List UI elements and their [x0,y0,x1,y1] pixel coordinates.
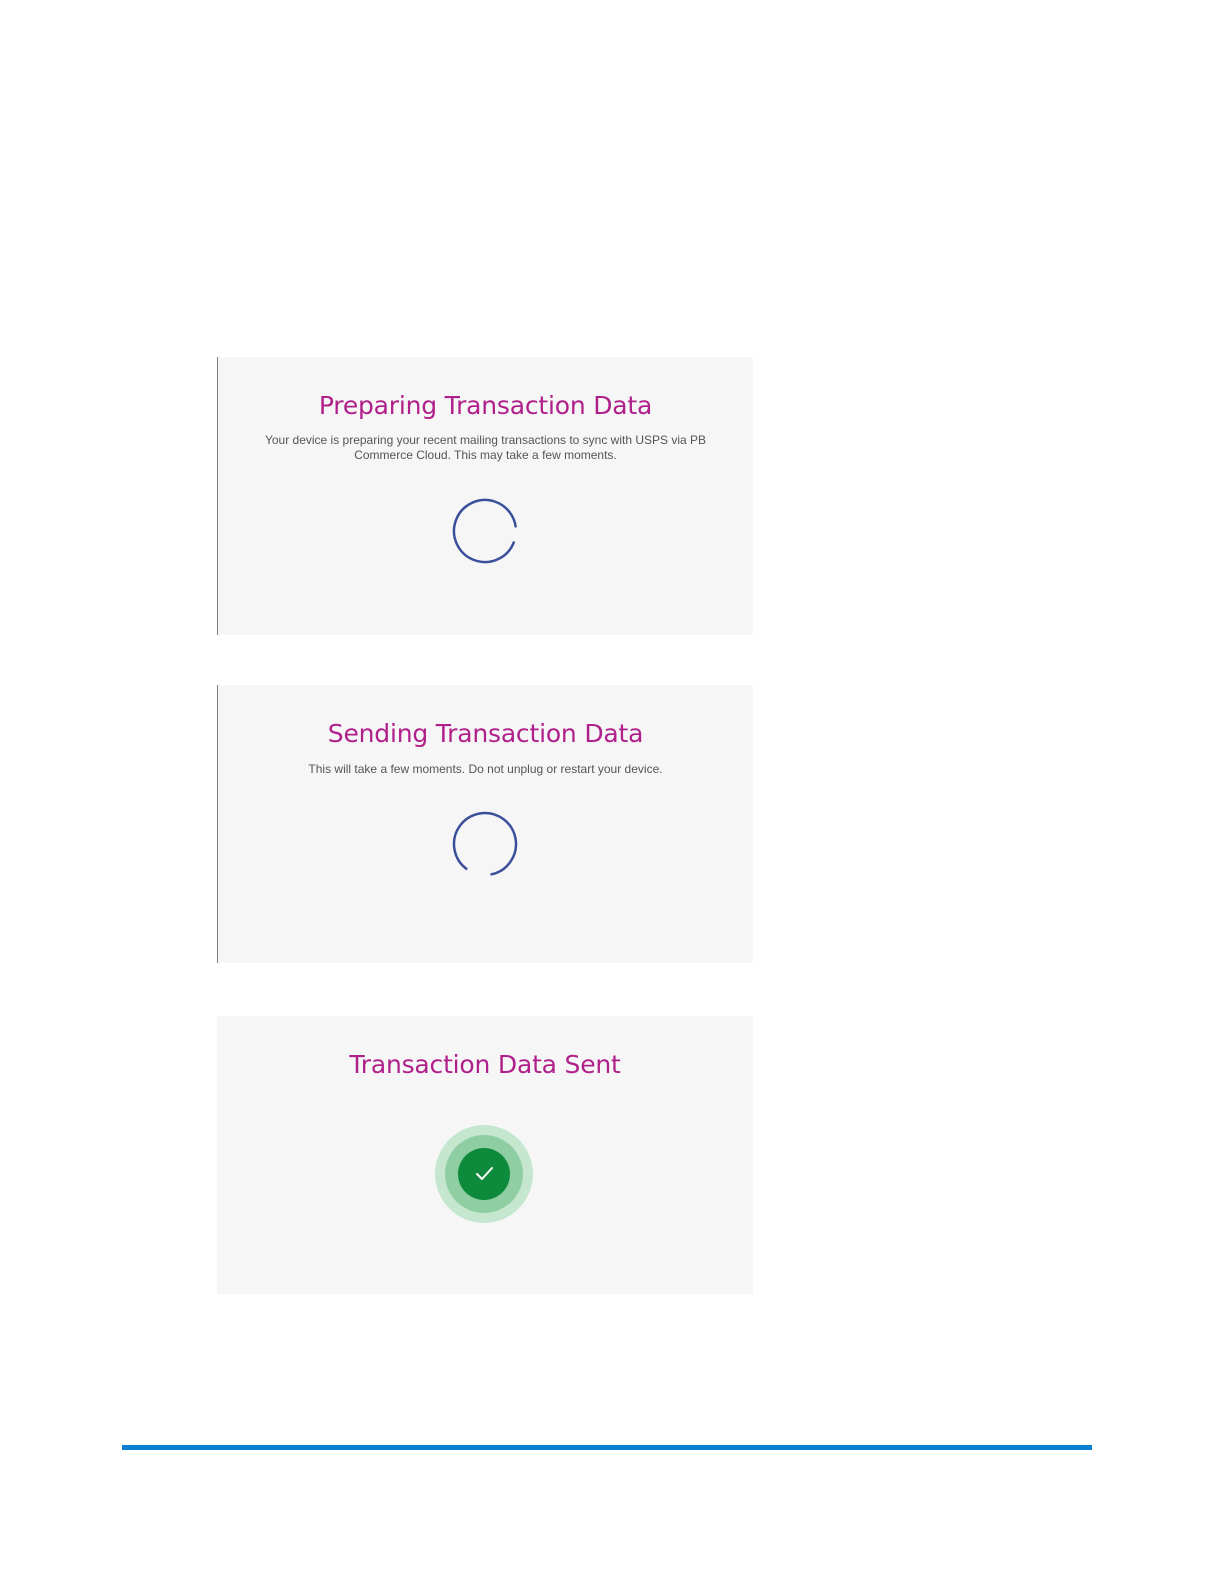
sending-title: Sending Transaction Data [327,719,644,748]
sent-title: Transaction Data Sent [349,1050,621,1079]
transaction-sent-panel: Transaction Data Sent [217,1016,753,1294]
sending-transaction-panel: Sending Transaction Data This will take … [217,685,753,963]
preparing-transaction-panel: Preparing Transaction Data Your device i… [217,357,753,635]
checkmark-success-icon [435,1125,533,1223]
preparing-description: Your device is preparing your recent mai… [264,433,707,462]
loading-spinner-icon [452,498,518,564]
loading-spinner-icon [452,811,518,877]
footer-divider [122,1445,1092,1450]
preparing-title: Preparing Transaction Data [318,391,653,420]
sending-description: This will take a few moments. Do not unp… [308,762,663,776]
